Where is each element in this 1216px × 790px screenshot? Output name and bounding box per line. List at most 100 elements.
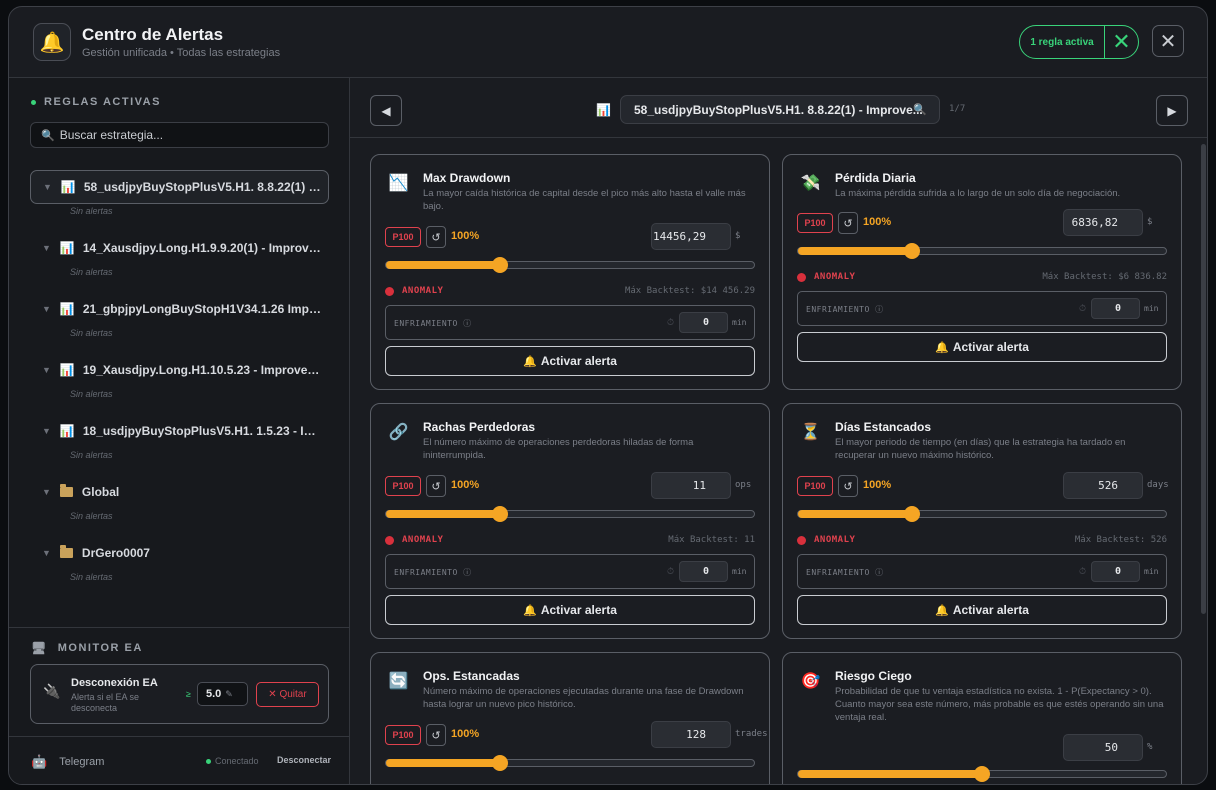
search-placeholder: Buscar estrategia...	[59, 128, 164, 142]
chart-icon: 📊	[60, 180, 76, 194]
clock-icon: ⏱	[667, 317, 675, 327]
next-button[interactable]: ▶	[1156, 95, 1188, 126]
page-title: Centro de Alertas	[82, 25, 224, 44]
control-row: P100 ↺ 100% 11 ops	[385, 472, 755, 499]
strategy-select[interactable]: 58_usdjpyBuyStopPlusV5.H1. 8.8.22(1) - I…	[620, 95, 940, 124]
folder-name: Global	[81, 485, 120, 499]
threshold-input[interactable]: 526	[1063, 472, 1143, 499]
card-title: Ops. Estancadas	[423, 669, 520, 683]
activate-alert-button[interactable]: 🔔 Activar alerta	[797, 595, 1167, 625]
unit-label: days	[1147, 480, 1169, 490]
activate-alert-button[interactable]: 🔔 Activar alerta	[385, 346, 755, 376]
slider-fill	[798, 770, 982, 778]
strategy-name: 58_usdjpyBuyStopPlusV5.H1. 8.8.22(1) - I…	[83, 180, 324, 194]
threshold-slider[interactable]	[385, 755, 755, 771]
threshold-input[interactable]: 11	[651, 472, 731, 499]
clear-rules-icon[interactable]: ✕	[1104, 26, 1138, 58]
scrollbar[interactable]	[1201, 144, 1206, 614]
threshold-slider[interactable]	[797, 766, 1167, 782]
activate-label: Activar alerta	[540, 354, 617, 368]
threshold-slider[interactable]	[385, 506, 755, 522]
active-rules-pill: 1 regla activa ✕	[1019, 25, 1139, 59]
slider-thumb[interactable]	[492, 506, 509, 522]
strategy-item[interactable]: ▼ 📊 58_usdjpyBuyStopPlusV5.H1. 8.8.22(1) -…	[30, 170, 329, 216]
strategy-name: 21_gbpjpyLongBuyStopH1V34.1.26 Impr...	[82, 302, 323, 316]
percentile-badge[interactable]: P100	[385, 476, 421, 496]
percentile-badge[interactable]: P100	[797, 213, 833, 233]
percentile-badge[interactable]: P100	[385, 725, 421, 745]
cooldown-input[interactable]: 0	[1091, 298, 1140, 319]
reset-icon[interactable]: ↺	[426, 724, 446, 746]
pager: 1/7	[949, 104, 966, 114]
threshold-input[interactable]: 5.0 ✎	[197, 682, 248, 706]
metric-card: ⏳ Días Estancados El mayor periodo de ti…	[782, 403, 1182, 639]
threshold-input[interactable]: 128	[651, 721, 731, 748]
percent-value: 100%	[451, 230, 480, 242]
divider	[9, 736, 350, 737]
chevron-down-icon: ▼	[43, 182, 52, 192]
strategy-item[interactable]: ▼ 📊 18_usdjpyBuyStopPlusV5.H1. 1.5.23 - Im…	[30, 414, 329, 460]
anomaly-label: ANOMALY	[797, 535, 855, 545]
reset-icon[interactable]: ↺	[426, 226, 446, 248]
threshold-input[interactable]: 50	[1063, 734, 1143, 761]
status-dot	[31, 99, 36, 105]
reset-icon[interactable]: ↺	[838, 475, 858, 497]
slider-thumb[interactable]	[904, 243, 921, 259]
connection-label: Conectado	[215, 756, 259, 766]
strategy-status: Sin alertas	[70, 206, 113, 216]
disconnect-button[interactable]: Desconectar	[277, 755, 331, 765]
slider-thumb[interactable]	[492, 755, 509, 771]
monitor-title: MONITOR EA	[57, 642, 143, 654]
control-row: P100 ↺ 100% 14456,29 $	[385, 223, 755, 250]
prev-button[interactable]: ◀	[370, 95, 402, 126]
card-description: El mayor periodo de tiempo (en días) que…	[835, 437, 1126, 461]
folder-item[interactable]: ▼ Global Sin alertas	[30, 475, 329, 521]
unit-label: $	[1147, 217, 1153, 227]
slider-thumb[interactable]	[492, 257, 509, 273]
percentile-badge[interactable]: P100	[385, 227, 421, 247]
arrow-left-icon: ◀	[381, 103, 391, 118]
monitor-item-title: Desconexión EA	[71, 677, 158, 689]
remove-button[interactable]: ✕ Quitar	[256, 682, 319, 707]
strategy-item[interactable]: ▼ 📊 19_Xausdjpy.Long.H1.10.5.23 - Improved…	[30, 353, 329, 399]
reset-icon[interactable]: ↺	[838, 212, 858, 234]
chevron-down-icon: ▼	[42, 487, 51, 497]
percentile-badge[interactable]: P100	[797, 476, 833, 496]
max-backtest: Máx Backtest: $6 836.82	[1042, 272, 1167, 282]
control-row: P100 ↺ 100% 526 days	[797, 472, 1169, 499]
threshold-slider[interactable]	[797, 506, 1167, 522]
search-input[interactable]: 🔍 Buscar estrategia...	[30, 122, 329, 148]
strategy-nav: ◀ 📊 58_usdjpyBuyStopPlusV5.H1. 8.8.22(1)…	[350, 78, 1207, 138]
cooldown-input[interactable]: 0	[679, 312, 728, 333]
metric-card: 💸 Pérdida Diaria La máxima pérdida sufri…	[782, 154, 1182, 390]
cooldown-label: ENFRIAMIENTO ⓘ	[394, 568, 472, 577]
money-wings-icon: 💸	[800, 174, 821, 192]
cooldown-unit: min	[732, 567, 747, 576]
cooldown-input[interactable]: 0	[679, 561, 728, 582]
reset-icon[interactable]: ↺	[426, 475, 446, 497]
active-rules-section: REGLAS ACTIVAS	[31, 96, 161, 108]
percent-value: 100%	[863, 479, 892, 491]
folder-status: Sin alertas	[70, 572, 113, 582]
clock-icon: ⏱	[1079, 566, 1087, 576]
threshold-slider[interactable]	[385, 257, 755, 273]
strategy-item[interactable]: ▼ 📊 21_gbpjpyLongBuyStopH1V34.1.26 Impr...…	[30, 292, 329, 338]
slider-fill	[386, 261, 501, 269]
threshold-slider[interactable]	[797, 243, 1167, 259]
slider-thumb[interactable]	[974, 766, 990, 782]
close-button[interactable]: ✕	[1152, 25, 1184, 57]
threshold-input[interactable]: 6836,82	[1063, 209, 1143, 236]
threshold-input[interactable]: 14456,29	[651, 223, 731, 250]
cooldown-input[interactable]: 0	[1091, 561, 1140, 582]
activate-label: Activar alerta	[540, 603, 617, 617]
card-title: Rachas Perdedoras	[423, 420, 536, 434]
max-backtest: Máx Backtest: $14 456.29	[624, 286, 755, 296]
connection-status: Conectado	[206, 756, 259, 766]
activate-alert-button[interactable]: 🔔 Activar alerta	[797, 332, 1167, 362]
folder-icon	[59, 484, 73, 497]
slider-thumb[interactable]	[904, 506, 921, 522]
folder-item[interactable]: ▼ DrGero0007 Sin alertas	[30, 536, 329, 582]
activate-alert-button[interactable]: 🔔 Activar alerta	[385, 595, 755, 625]
comparator: ≥	[186, 689, 191, 699]
strategy-item[interactable]: ▼ 📊 14_Xausdjpy.Long.H1.9.9.20(1) - Improv…	[30, 231, 329, 277]
